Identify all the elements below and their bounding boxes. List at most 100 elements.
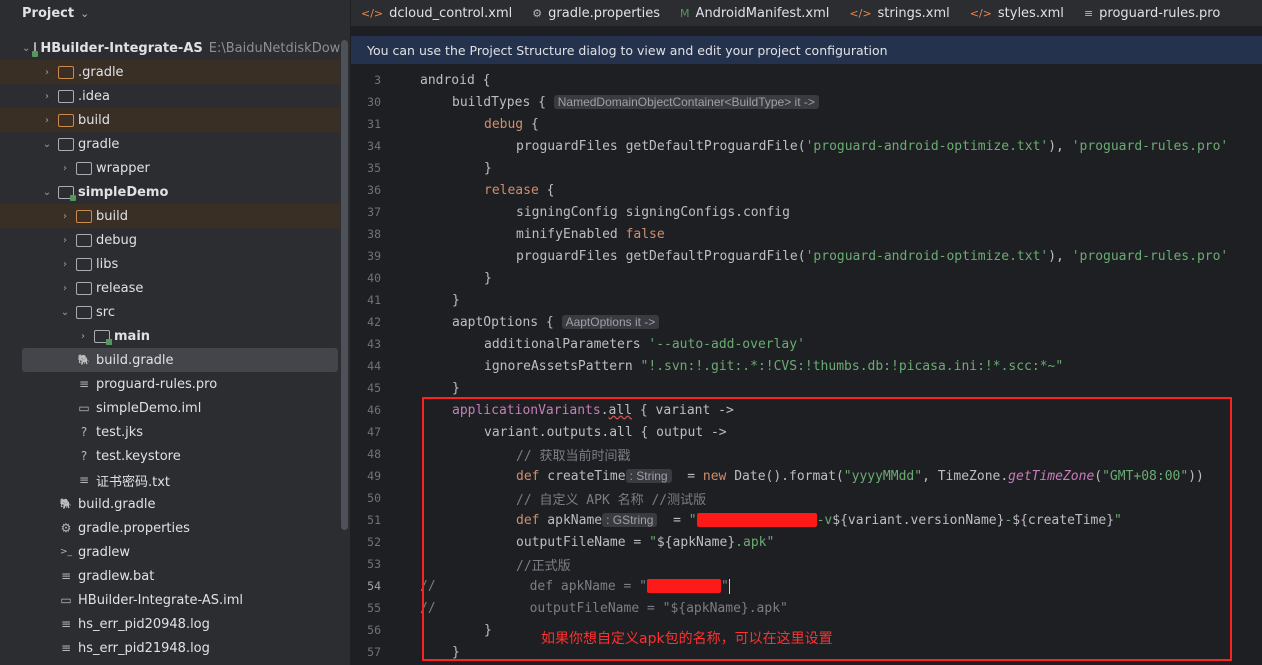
editor-tab[interactable]: </> dcloud_control.xml [351,0,522,26]
code-line: 42 aaptOptions { AaptOptions it -> [351,311,1262,333]
folder-icon [76,281,92,295]
tree-item[interactable]: › debug [0,228,340,252]
code-line: 36 release { [351,179,1262,201]
tree-item-label: 证书密码.txt [96,474,171,490]
line-number: 46 [367,403,381,417]
tree-item-label: simpleDemo.iml [96,400,202,416]
tree-item[interactable]: ≡ 证书密码.txt [0,468,340,492]
tree-item-label: release [96,280,144,296]
line-number: 31 [367,117,381,131]
code-text: proguardFiles getDefaultProguardFile('pr… [516,138,1229,154]
chevron-right-icon[interactable]: › [40,91,54,102]
tree-item[interactable]: ? test.keystore [0,444,340,468]
editor-tab[interactable]: ≡ proguard-rules.pro [1074,0,1230,26]
line-number: 34 [367,139,381,153]
line-number: 43 [367,337,381,351]
chevron-right-icon[interactable]: › [58,235,72,246]
sidebar-scrollbar[interactable] [341,40,348,530]
folder-icon [58,113,74,127]
project-panel-title: Project [22,5,75,21]
chevron-down-icon[interactable]: ⌄ [58,307,72,318]
line-number: 39 [367,249,381,263]
code-line: 38 minifyEnabled false [351,223,1262,245]
tree-item[interactable]: 🐘 build.gradle [22,348,338,372]
tree-item[interactable]: ⌄ src [0,300,340,324]
line-number: 42 [367,315,381,329]
chevron-right-icon[interactable]: › [58,163,72,174]
code-line: 43 additionalParameters '--auto-add-overl… [351,333,1262,355]
tab-label: dcloud_control.xml [389,5,513,21]
tree-item-label: gradlew.bat [78,568,155,584]
chevron-right-icon[interactable]: › [76,331,90,342]
code-line: 35} [351,157,1262,179]
editor-tabs: </> dcloud_control.xml ⚙ gradle.properties M… [351,0,1262,27]
tree-item-label: libs [96,256,119,272]
editor-tab[interactable]: </> strings.xml [839,0,959,26]
tree-item-label: HBuilder-Integrate-AS.iml [78,592,244,608]
tree-item[interactable]: › .gradle [0,60,340,84]
tree-item[interactable]: ⚙ gradle.properties [0,516,340,540]
folder-icon [76,257,92,271]
project-path: E:\BaiduNetdiskDownloa [208,40,340,56]
line-number: 3 [374,73,381,87]
tree-item-label: .idea [78,88,110,104]
tree-item[interactable]: >_ gradlew [0,540,340,564]
chevron-right-icon[interactable]: › [58,211,72,222]
tree-item[interactable]: ? test.jks [0,420,340,444]
line-number: 41 [367,293,381,307]
line-number: 54 [367,579,381,593]
editor-tab[interactable]: </> styles.xml [960,0,1074,26]
tree-item[interactable]: 🐘 build.gradle [0,492,340,516]
tree-item[interactable]: › build [0,204,340,228]
code-line: 41} [351,289,1262,311]
folder-icon [76,233,92,247]
tree-item[interactable]: ≡ hs_err_pid21948.log [0,636,340,660]
tree-item[interactable]: › .idea [0,84,340,108]
text-file-icon: ≡ [60,569,72,583]
project-panel: Project ⌄ ⌄ HBuilder-Integrate-AS E:\Baidu… [0,0,351,665]
manifest-icon: M [680,6,690,20]
terminal-file-icon: >_ [59,547,73,557]
chevron-down-icon[interactable]: ⌄ [22,43,30,54]
editor-tab[interactable]: M AndroidManifest.xml [670,0,839,26]
tree-item[interactable]: ≡ proguard-rules.pro [0,372,340,396]
tree-item-label: gradle.properties [78,520,190,536]
chevron-down-icon[interactable]: ⌄ [40,139,54,150]
tree-item[interactable]: ≡ hs_err_pid20948.log [0,612,340,636]
project-view-selector[interactable]: Project ⌄ [0,0,350,26]
tree-item-label: build.gradle [96,352,174,368]
code-text: } [452,292,460,308]
tree-item[interactable]: ⌄ gradle [0,132,340,156]
code-text: ignoreAssetsPattern "!.svn:!.git:.*:!CVS… [484,358,1064,374]
chevron-down-icon[interactable]: ⌄ [80,7,89,20]
chevron-right-icon[interactable]: › [58,259,72,270]
tree-item[interactable]: ≡ gradlew.bat [0,564,340,588]
code-line: 30 buildTypes { NamedDomainObjectContaine… [351,91,1262,113]
tree-item[interactable]: ⌄ simpleDemo [0,180,340,204]
module-folder-icon [32,41,39,57]
tab-label: AndroidManifest.xml [695,5,830,21]
editor-tab[interactable]: ⚙ gradle.properties [522,0,670,26]
unknown-file-icon: ? [80,425,88,439]
chevron-right-icon[interactable]: › [58,283,72,294]
tree-item[interactable]: ▭ HBuilder-Integrate-AS.iml [0,588,340,612]
tree-item[interactable]: › main [0,324,340,348]
line-number: 52 [367,535,381,549]
tree-item-label: build [78,112,110,128]
tree-item[interactable]: › libs [0,252,340,276]
chevron-right-icon[interactable]: › [40,67,54,78]
tree-item[interactable]: ⌄ HBuilder-Integrate-AS E:\BaiduNetdiskDow… [0,36,340,60]
tree-item[interactable]: › release [0,276,340,300]
tree-item[interactable]: ▭ simpleDemo.iml [0,396,340,420]
tree-item[interactable]: › wrapper [0,156,340,180]
code-text: buildTypes { NamedDomainObjectContainer<… [452,94,819,110]
chevron-right-icon[interactable]: › [40,115,54,126]
iml-file-icon: ▭ [78,401,90,415]
chevron-down-icon[interactable]: ⌄ [40,187,54,198]
tree-item[interactable]: › build [0,108,340,132]
tab-label: strings.xml [877,5,950,21]
module-folder-icon [58,185,76,201]
line-number: 36 [367,183,381,197]
tree-item-label: .gradle [78,64,124,80]
code-line: 3 android { [351,69,1262,91]
